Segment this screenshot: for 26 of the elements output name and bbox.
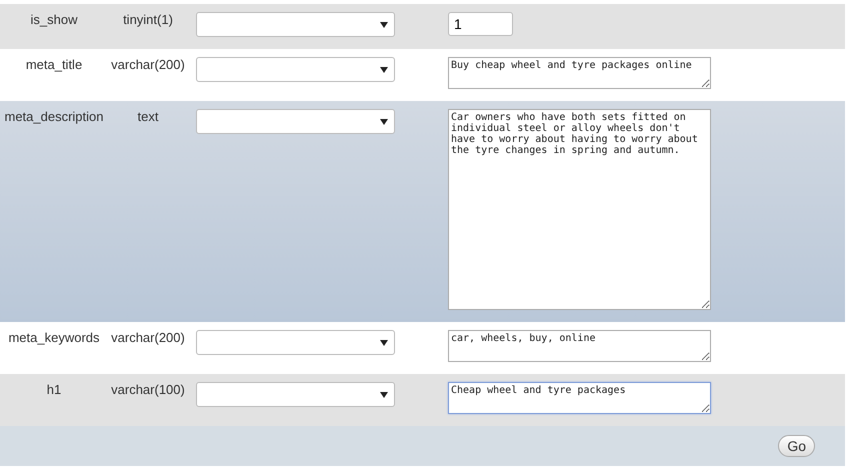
column-name: is_show	[30, 12, 78, 27]
column-type: varchar(200)	[110, 57, 186, 72]
value-textarea[interactable]: Cheap wheel and tyre packages	[448, 382, 711, 414]
dropdown-arrow-icon	[380, 22, 388, 28]
column-name: h1	[46, 382, 62, 397]
value-textarea[interactable]: Car owners who have both sets fitted on individual steel or alloy wheels don't have to worry about having to worry about the tyre changes in spring and autumn.	[448, 109, 711, 310]
go-button[interactable]: Go	[778, 435, 815, 457]
column-type: varchar(100)	[110, 382, 186, 397]
function-dropdown[interactable]	[196, 57, 395, 82]
column-type: varchar(200)	[110, 330, 186, 345]
dropdown-arrow-icon	[380, 118, 388, 124]
function-dropdown[interactable]	[196, 12, 395, 37]
value-textarea[interactable]: Buy cheap wheel and tyre packages online	[448, 57, 711, 89]
column-name: meta_title	[24, 57, 84, 72]
value-textarea[interactable]: car, wheels, buy, online	[448, 330, 711, 362]
function-dropdown[interactable]	[196, 382, 395, 407]
function-dropdown[interactable]	[196, 109, 395, 134]
column-name: meta_keywords	[7, 330, 101, 345]
dropdown-arrow-icon	[380, 340, 388, 346]
dropdown-arrow-icon	[380, 66, 388, 72]
dropdown-arrow-icon	[380, 392, 388, 398]
value-input[interactable]: 1	[448, 12, 513, 36]
column-type: tinyint(1)	[122, 12, 174, 27]
column-type: text	[136, 109, 160, 124]
column-name: meta_description	[4, 109, 104, 124]
function-dropdown[interactable]	[196, 330, 395, 355]
